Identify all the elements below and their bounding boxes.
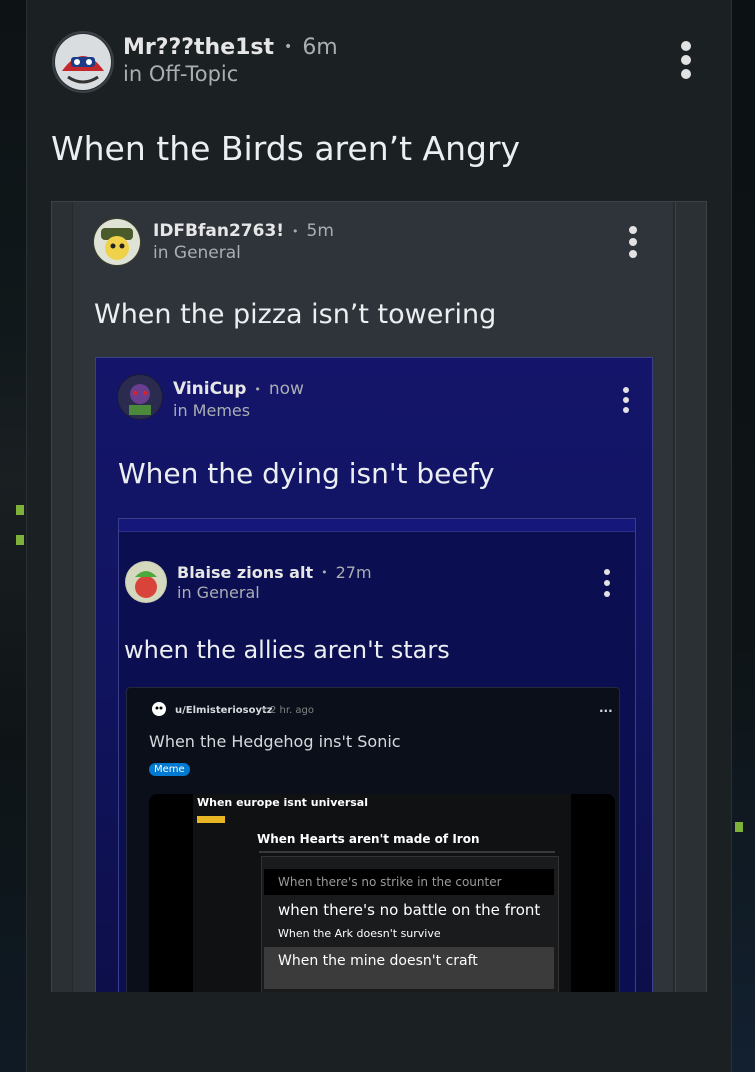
embed2-meta: ViniCup • now	[173, 378, 304, 400]
background-decoration	[16, 505, 24, 515]
image-pillarbox-left	[149, 794, 193, 992]
avatar-character-icon	[118, 375, 162, 419]
embed-left-border	[52, 202, 72, 992]
reddit-more-icon: ...	[599, 701, 613, 715]
nested-hearts-title: When Hearts aren't made of Iron	[257, 832, 480, 846]
reddit-avatar-icon	[152, 702, 166, 716]
nested-ark-text: When the Ark doesn't survive	[278, 927, 441, 940]
embed3-author: Blaise zions alt	[177, 562, 314, 582]
avatar-character-icon	[94, 219, 140, 265]
embed3-meta: Blaise zions alt • 27m	[177, 561, 372, 583]
embed2-avatar	[117, 374, 163, 420]
post-community[interactable]: in Off-Topic	[123, 62, 238, 86]
post-title: When the Birds aren’t Angry	[51, 129, 521, 168]
embed1-title: When the pizza isn’t towering	[94, 299, 497, 330]
post-card: Mr???the1st • 6m in Off-Topic When the B…	[26, 0, 732, 1072]
reddit-time: 2 hr. ago	[270, 705, 315, 716]
embed1-author: IDFBfan2763!	[153, 221, 285, 241]
embed2-time: now	[268, 379, 304, 399]
meta-separator: •	[261, 705, 267, 716]
meta-separator: •	[284, 39, 293, 55]
embed3-more-icon	[602, 569, 612, 597]
embed-right-border	[675, 202, 706, 992]
author-name[interactable]: Mr???the1st	[123, 35, 274, 60]
embed3-card: Blaise zions alt • 27m in General when t…	[118, 518, 636, 992]
embed2-author: ViniCup	[173, 379, 247, 399]
embed1-card: IDFBfan2763! • 5m in General When the pi…	[73, 202, 673, 992]
reddit-user: u/Elmisteriosoytz	[175, 705, 273, 716]
nested-battle-text: when there's no battle on the front	[278, 901, 541, 919]
background-right-strip	[730, 0, 755, 1072]
author-avatar[interactable]	[52, 31, 114, 93]
nested-europe-title: When europe isnt universal	[197, 796, 368, 809]
embed2-community: in Memes	[173, 401, 251, 420]
embed3-top-bar	[119, 519, 635, 532]
embed1-more-icon	[628, 226, 638, 258]
nested-inner-card: When there's no strike in the counter wh…	[261, 856, 559, 992]
post-time: 6m	[302, 34, 338, 60]
embed3-title: when the allies aren't stars	[124, 636, 450, 664]
embed1-community: in General	[153, 243, 241, 263]
reddit-title: When the Hedgehog ins't Sonic	[149, 732, 401, 751]
embed2-more-icon	[621, 387, 631, 413]
nested-strike-text: When there's no strike in the counter	[278, 875, 502, 889]
nested-mine-text: When the mine doesn't craft	[278, 953, 478, 969]
reddit-flair: Meme	[149, 763, 190, 776]
more-options-icon[interactable]	[679, 41, 693, 79]
nested-divider	[259, 851, 555, 853]
embed2-title: When the dying isn't beefy	[118, 457, 495, 490]
embed1-time: 5m	[306, 221, 334, 241]
avatar-character-icon	[126, 562, 166, 602]
image-pillarbox-right	[571, 794, 615, 992]
post-meta: Mr???the1st • 6m	[123, 33, 338, 61]
meta-separator: •	[292, 224, 299, 238]
embed3-community: in General	[177, 583, 260, 602]
background-decoration	[735, 822, 743, 832]
meta-separator: •	[254, 382, 261, 396]
avatar-character-icon	[55, 34, 111, 90]
embed1-avatar	[93, 218, 141, 266]
background-decoration	[16, 535, 24, 545]
embed1-meta: IDFBfan2763! • 5m	[153, 220, 334, 242]
reddit-image: When europe isnt universal When Hearts a…	[149, 794, 615, 992]
embed3-time: 27m	[335, 562, 372, 582]
meta-separator: •	[321, 565, 328, 579]
reddit-post: u/Elmisteriosoytz • 2 hr. ago ... When t…	[126, 687, 620, 992]
embed2-card: ViniCup • now in Memes When the dying is…	[95, 357, 653, 992]
embed3-avatar	[125, 561, 167, 603]
nested-flair	[197, 816, 225, 823]
embedded-image[interactable]: IDFBfan2763! • 5m in General When the pi…	[51, 201, 707, 992]
